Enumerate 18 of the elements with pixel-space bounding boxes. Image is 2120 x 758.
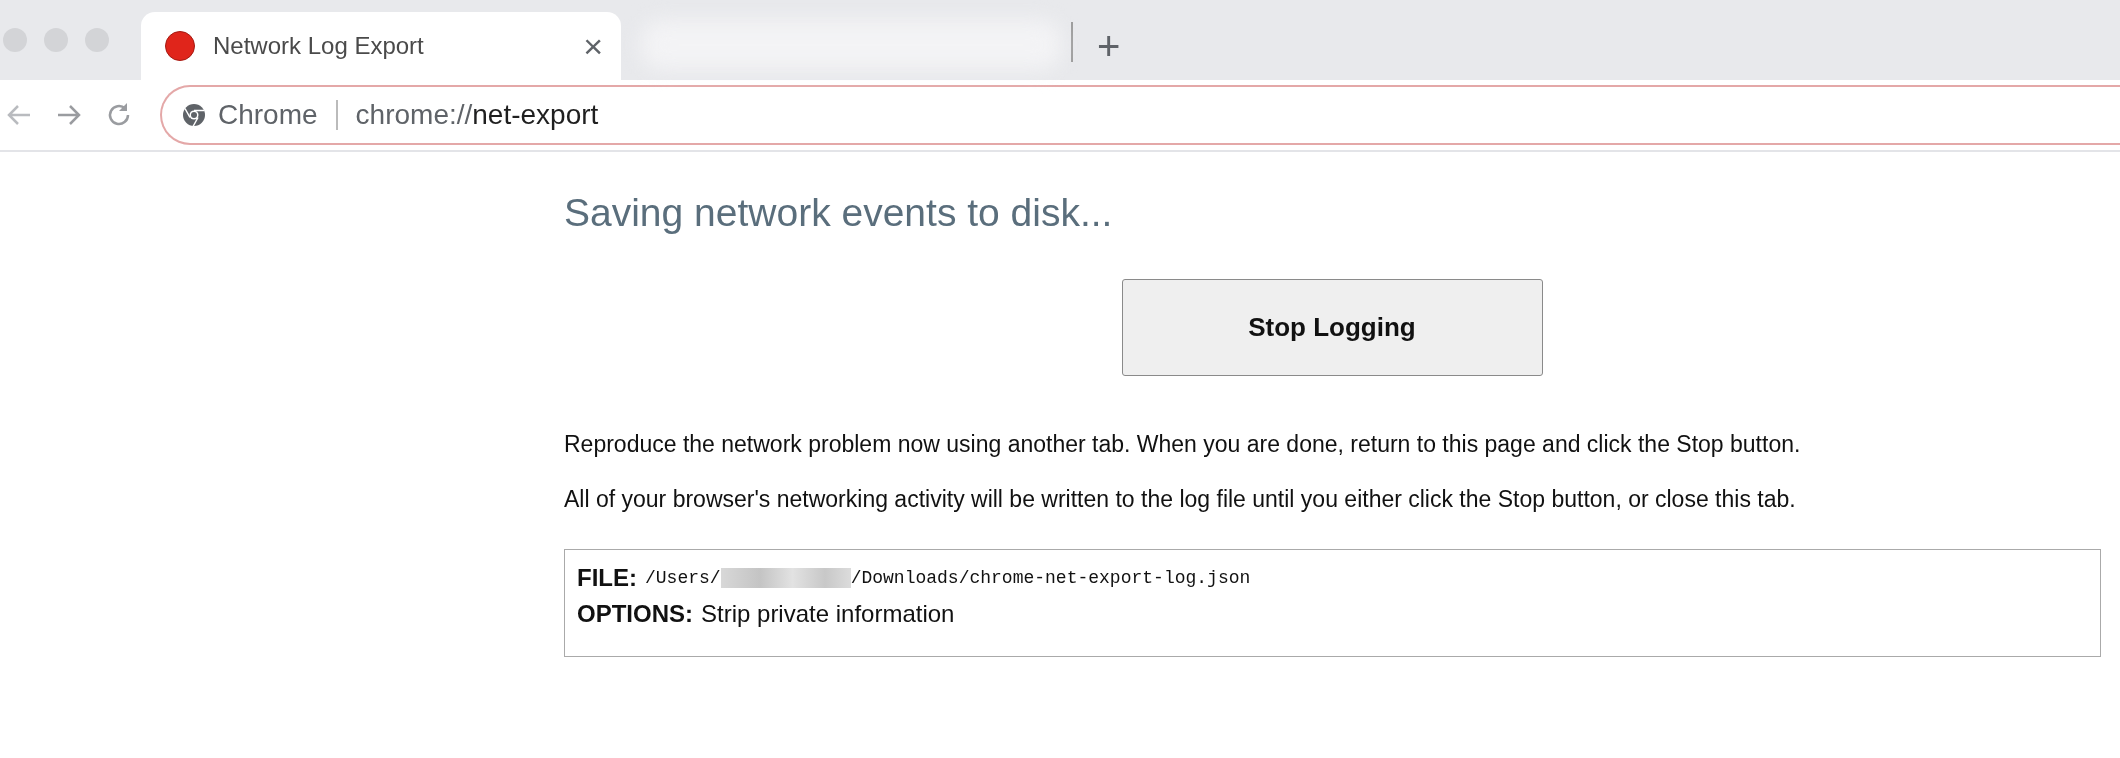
instruction-text: All of your browser's networking activity will be written to the log file until you either click the Stop button, or close this tab. bbox=[564, 485, 1796, 513]
tab-title: Network Log Export bbox=[213, 32, 425, 60]
site-label: Chrome bbox=[218, 99, 318, 131]
new-tab-button[interactable]: + bbox=[1097, 26, 1121, 80]
chrome-logo-icon bbox=[182, 103, 206, 127]
file-label: FILE: bbox=[577, 563, 637, 592]
page-heading: Saving network events to disk... bbox=[564, 190, 1113, 236]
options-label: OPTIONS: bbox=[577, 599, 693, 628]
file-path: /Users/ bbox=[645, 567, 721, 588]
address-bar[interactable]: Chrome chrome://net-export bbox=[160, 85, 2120, 145]
browser-tab[interactable]: Network Log Export × bbox=[141, 12, 621, 80]
file-path: /Downloads/chrome-net-export-log.json bbox=[850, 567, 1251, 588]
close-tab-button[interactable]: × bbox=[583, 29, 603, 63]
url-text: chrome://net-export bbox=[355, 99, 599, 131]
stop-logging-button[interactable]: Stop Logging bbox=[1121, 278, 1543, 376]
instruction-text: Reproduce the network problem now using another tab. When you are done, return to this page and click the Stop button. bbox=[564, 430, 1801, 458]
recording-icon bbox=[165, 31, 195, 61]
options-value: Strip private information bbox=[701, 599, 955, 628]
